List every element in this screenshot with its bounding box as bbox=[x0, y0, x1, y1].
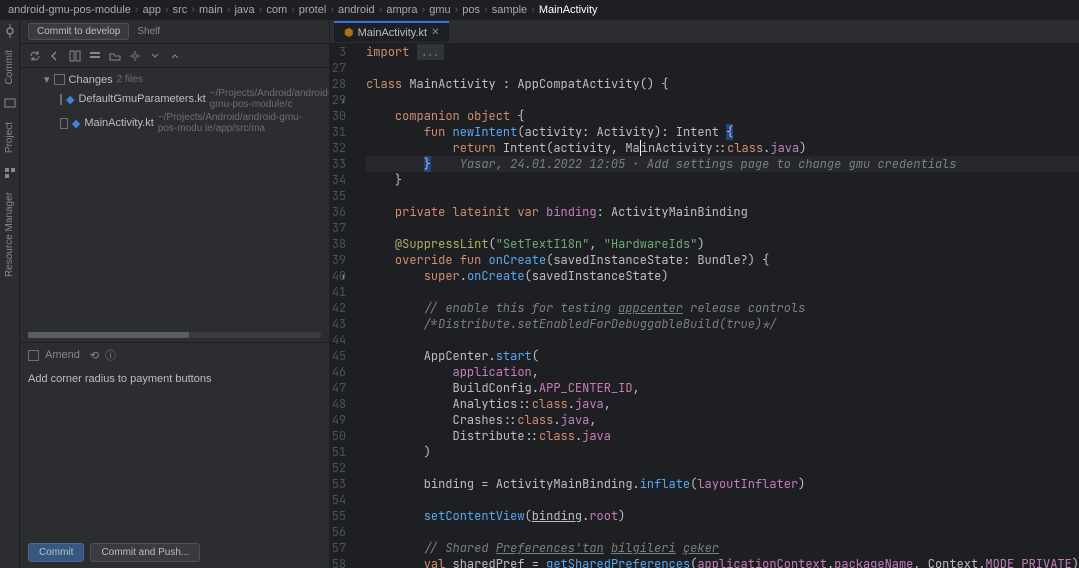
file-path: ~/Projects/Android/android-gmu-pos-modu … bbox=[158, 112, 321, 134]
project-tool-icon[interactable] bbox=[3, 96, 17, 110]
breadcrumb-item[interactable]: app bbox=[143, 4, 161, 16]
settings-icon[interactable]: ⓘ bbox=[105, 347, 116, 363]
commit-push-button[interactable]: Commit and Push... bbox=[90, 543, 200, 562]
checkbox[interactable] bbox=[60, 118, 68, 129]
breadcrumb-item[interactable]: main bbox=[199, 4, 223, 16]
kotlin-file-icon: ◆ bbox=[72, 117, 80, 130]
breadcrumb-item[interactable]: android bbox=[338, 4, 375, 16]
branch-selector[interactable]: Commit to develop bbox=[28, 23, 129, 40]
breadcrumb-item[interactable]: sample bbox=[492, 4, 527, 16]
collapse-icon[interactable] bbox=[168, 49, 182, 63]
breadcrumb-item[interactable]: android-gmu-pos-module bbox=[8, 4, 131, 16]
editor-tab[interactable]: ⬢ MainActivity.kt ✕ bbox=[334, 21, 449, 42]
breadcrumb-item[interactable]: java bbox=[234, 4, 254, 16]
breadcrumb-item[interactable]: ampra bbox=[386, 4, 417, 16]
changes-tree: ▾ Changes 2 files ◆ DefaultGmuParameters.… bbox=[20, 68, 329, 328]
tab-label: MainActivity.kt bbox=[358, 27, 427, 39]
breadcrumb-item[interactable]: gmu bbox=[429, 4, 450, 16]
kotlin-file-icon: ◆ bbox=[66, 93, 74, 106]
breadcrumb: android-gmu-pos-module›app›src›main›java… bbox=[0, 0, 1079, 20]
breadcrumb-item[interactable]: pos bbox=[462, 4, 480, 16]
breadcrumb-item[interactable]: src bbox=[173, 4, 188, 16]
rail-resource[interactable]: Resource Manager bbox=[2, 188, 17, 281]
shelf-tab[interactable]: Shelf bbox=[137, 26, 160, 37]
rollback-icon[interactable] bbox=[48, 49, 62, 63]
gutter: 32728 ⬇2930313233343536373839 ⬇404142434… bbox=[330, 44, 358, 568]
horizontal-scrollbar[interactable] bbox=[28, 332, 321, 338]
close-icon[interactable]: ✕ bbox=[431, 27, 439, 38]
expand-icon[interactable] bbox=[148, 49, 162, 63]
code-content[interactable]: import ... class MainActivity : AppCompa… bbox=[358, 44, 1079, 568]
amend-label: Amend bbox=[45, 349, 80, 361]
refresh-icon[interactable] bbox=[28, 49, 42, 63]
file-name: MainActivity.kt bbox=[84, 117, 153, 129]
changes-node[interactable]: ▾ Changes 2 files bbox=[20, 72, 329, 87]
changelist-icon[interactable] bbox=[88, 49, 102, 63]
rail-commit[interactable]: Commit bbox=[2, 46, 17, 88]
diff-icon[interactable] bbox=[68, 49, 82, 63]
group-icon[interactable] bbox=[108, 49, 122, 63]
file-row[interactable]: ◆ DefaultGmuParameters.kt ~/Projects/Andr… bbox=[20, 87, 329, 111]
view-options-icon[interactable] bbox=[128, 49, 142, 63]
checkbox[interactable] bbox=[54, 74, 65, 85]
commit-message-input[interactable]: Add corner radius to payment buttons bbox=[20, 367, 329, 537]
commit-toolbar bbox=[20, 44, 329, 68]
editor: ⬢ MainActivity.kt ✕ 32728 ⬇2930313233343… bbox=[330, 20, 1079, 568]
chevron-down-icon: ▾ bbox=[44, 73, 50, 86]
commit-button[interactable]: Commit bbox=[28, 543, 84, 562]
breadcrumb-item[interactable]: MainActivity bbox=[539, 4, 598, 16]
commit-panel: Commit to develop Shelf ▾ Changes 2 file… bbox=[20, 20, 330, 568]
file-name: DefaultGmuParameters.kt bbox=[78, 93, 205, 105]
commit-tool-icon[interactable] bbox=[3, 24, 17, 38]
file-path: ~/Projects/Android/android-gmu-pos-modul… bbox=[210, 88, 329, 110]
file-row[interactable]: ◆ MainActivity.kt ~/Projects/Android/andr… bbox=[20, 111, 329, 135]
history-icon[interactable]: ⟲ bbox=[90, 349, 99, 362]
checkbox[interactable] bbox=[60, 94, 62, 105]
tool-window-rail: Commit Project Resource Manager bbox=[0, 20, 20, 568]
breadcrumb-item[interactable]: protel bbox=[299, 4, 327, 16]
breadcrumb-item[interactable]: com bbox=[266, 4, 287, 16]
kotlin-file-icon: ⬢ bbox=[344, 26, 354, 39]
resource-tool-icon[interactable] bbox=[3, 166, 17, 180]
code-editor[interactable]: 32728 ⬇2930313233343536373839 ⬇404142434… bbox=[330, 44, 1079, 568]
rail-project[interactable]: Project bbox=[2, 118, 17, 157]
amend-checkbox[interactable] bbox=[28, 350, 39, 361]
